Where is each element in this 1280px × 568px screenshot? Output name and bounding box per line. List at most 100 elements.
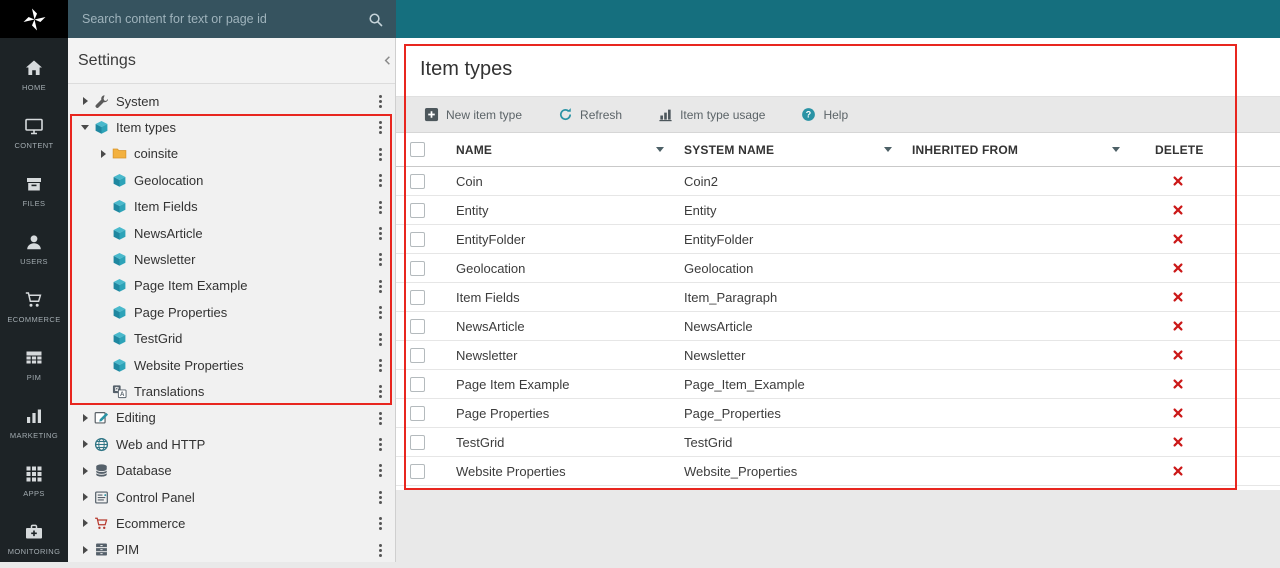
apps-icon (24, 464, 44, 484)
delete-x-icon[interactable] (1172, 262, 1184, 274)
column-header-name[interactable]: NAME (448, 133, 676, 166)
tree-item-translations[interactable]: A Translations (68, 378, 395, 404)
refresh-button[interactable]: Refresh (558, 107, 622, 122)
column-header-delete[interactable]: DELETE (1132, 133, 1224, 166)
rail-item-users[interactable]: USERS (0, 220, 68, 278)
kebab-menu-icon[interactable] (379, 174, 382, 187)
tree-item-testgrid[interactable]: TestGrid (68, 326, 395, 352)
delete-x-icon[interactable] (1172, 349, 1184, 361)
search-input[interactable] (68, 12, 368, 26)
table-row: TestGrid TestGrid (396, 428, 1280, 457)
rail-item-content[interactable]: CONTENT (0, 104, 68, 162)
kebab-menu-icon[interactable] (379, 227, 382, 240)
tree-item-control-panel[interactable]: Control Panel (68, 484, 395, 510)
row-checkbox[interactable] (410, 435, 425, 450)
tree-item-website-properties[interactable]: Website Properties (68, 352, 395, 378)
kebab-menu-icon[interactable] (379, 121, 382, 134)
row-checkbox[interactable] (410, 319, 425, 334)
kebab-menu-icon[interactable] (379, 359, 382, 372)
row-checkbox[interactable] (410, 406, 425, 421)
item-type-usage-button[interactable]: Item type usage (658, 107, 765, 122)
globe-icon (94, 437, 109, 452)
tree-item-geolocation[interactable]: Geolocation (68, 167, 395, 193)
kebab-menu-icon[interactable] (379, 438, 382, 451)
sort-dropdown-icon[interactable] (1112, 147, 1120, 152)
column-header-system-name[interactable]: SYSTEM NAME (676, 133, 904, 166)
new-item-type-button[interactable]: New item type (424, 107, 522, 122)
tree-item-web-and-http[interactable]: Web and HTTP (68, 431, 395, 457)
delete-x-icon[interactable] (1172, 465, 1184, 477)
row-checkbox[interactable] (410, 290, 425, 305)
kebab-menu-icon[interactable] (379, 148, 382, 161)
tree-item-newsletter[interactable]: Newsletter (68, 246, 395, 272)
delete-x-icon[interactable] (1172, 291, 1184, 303)
tree-item-system[interactable]: System (68, 88, 395, 114)
kebab-menu-icon[interactable] (379, 385, 382, 398)
row-checkbox[interactable] (410, 174, 425, 189)
users-icon (24, 232, 44, 252)
tree-expand-icon[interactable] (78, 414, 92, 422)
tree-item-coinsite[interactable]: coinsite (68, 141, 395, 167)
row-checkbox[interactable] (410, 203, 425, 218)
delete-x-icon[interactable] (1172, 233, 1184, 245)
tree-expand-icon[interactable] (78, 440, 92, 448)
kebab-menu-icon[interactable] (379, 306, 382, 319)
row-checkbox[interactable] (410, 348, 425, 363)
collapse-panel-icon[interactable] (381, 54, 394, 67)
select-all-checkbox[interactable] (410, 142, 425, 157)
delete-x-icon[interactable] (1172, 378, 1184, 390)
row-checkbox[interactable] (410, 377, 425, 392)
tree-item-page-properties[interactable]: Page Properties (68, 299, 395, 325)
tree-item-editing[interactable]: Editing (68, 405, 395, 431)
kebab-menu-icon[interactable] (379, 412, 382, 425)
sort-dropdown-icon[interactable] (656, 147, 664, 152)
tree-expand-icon[interactable] (78, 546, 92, 554)
search-icon[interactable] (368, 12, 383, 27)
kebab-menu-icon[interactable] (379, 544, 382, 557)
tree-item-database[interactable]: Database (68, 457, 395, 483)
delete-x-icon[interactable] (1172, 407, 1184, 419)
tree-item-item-types[interactable]: Item types (68, 114, 395, 140)
tree-expand-icon[interactable] (78, 97, 92, 105)
tree-item-page-item-example[interactable]: Page Item Example (68, 273, 395, 299)
tree-expand-icon[interactable] (78, 519, 92, 527)
rail-item-apps[interactable]: APPS (0, 452, 68, 510)
kebab-menu-icon[interactable] (379, 517, 382, 530)
item-name: Newsletter (448, 348, 676, 363)
tree-item-ecommerce[interactable]: Ecommerce (68, 510, 395, 536)
kebab-menu-icon[interactable] (379, 280, 382, 293)
kebab-menu-icon[interactable] (379, 201, 382, 214)
column-header-inherited-from[interactable]: INHERITED FROM (904, 133, 1132, 166)
tree-item-pim[interactable]: PIM (68, 537, 395, 562)
tree-item-item-fields[interactable]: Item Fields (68, 194, 395, 220)
row-checkbox[interactable] (410, 261, 425, 276)
tree-expand-icon[interactable] (78, 493, 92, 501)
tree-expand-icon[interactable] (78, 125, 92, 130)
tree-expand-icon[interactable] (96, 150, 110, 158)
rail-item-marketing[interactable]: MARKETING (0, 394, 68, 452)
kebab-menu-icon[interactable] (379, 464, 382, 477)
item-name: Page Item Example (448, 377, 676, 392)
row-checkbox[interactable] (410, 464, 425, 479)
kebab-menu-icon[interactable] (379, 491, 382, 504)
delete-x-icon[interactable] (1172, 204, 1184, 216)
rail-item-ecommerce[interactable]: ECOMMERCE (0, 278, 68, 336)
table-row: Entity Entity (396, 196, 1280, 225)
rail-item-home[interactable]: HOME (0, 46, 68, 104)
delete-x-icon[interactable] (1172, 175, 1184, 187)
app-logo[interactable] (0, 0, 68, 38)
rail-item-files[interactable]: FILES (0, 162, 68, 220)
rail-item-monitoring[interactable]: MONITORING (0, 510, 68, 568)
help-button[interactable]: ? Help (801, 107, 848, 122)
rail-item-pim[interactable]: PIM (0, 336, 68, 394)
delete-x-icon[interactable] (1172, 320, 1184, 332)
kebab-menu-icon[interactable] (379, 95, 382, 108)
tree-item-newsarticle[interactable]: NewsArticle (68, 220, 395, 246)
delete-x-icon[interactable] (1172, 436, 1184, 448)
kebab-menu-icon[interactable] (379, 253, 382, 266)
sort-dropdown-icon[interactable] (884, 147, 892, 152)
kebab-menu-icon[interactable] (379, 333, 382, 346)
tree-expand-icon[interactable] (78, 467, 92, 475)
row-checkbox[interactable] (410, 232, 425, 247)
item-system-name: Entity (676, 203, 904, 218)
